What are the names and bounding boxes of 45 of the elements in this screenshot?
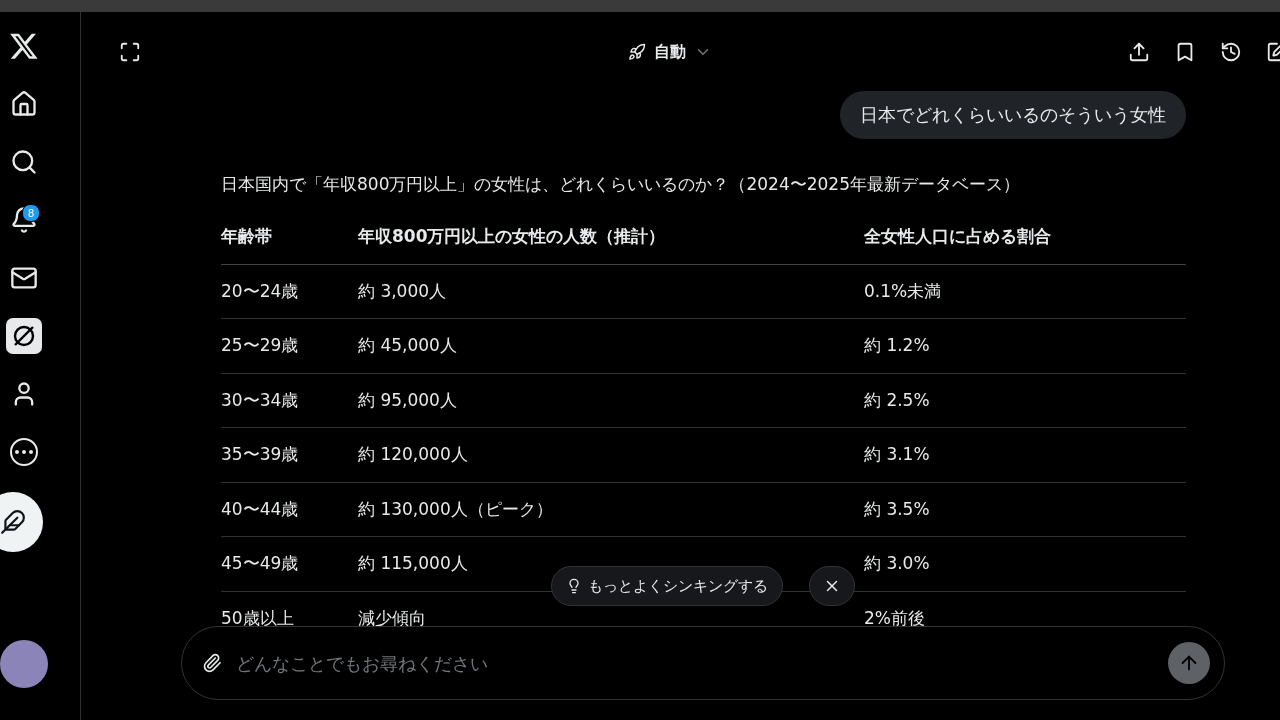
mode-selector[interactable]: 自動 [621, 40, 718, 64]
suggestion-chip[interactable]: もっとよくシンキングする [551, 566, 783, 606]
avatar[interactable] [0, 640, 48, 688]
table-cell-text: 約 3,000人 [358, 279, 448, 303]
table-cell-text: 30〜34歳 [221, 388, 300, 412]
table-cell-text: 20〜24歳 [221, 279, 300, 303]
history-icon [1220, 41, 1242, 63]
table-cell-text: 約 115,000人 [358, 552, 469, 576]
column-header: 年齢帯 [221, 225, 273, 249]
search-icon [10, 148, 38, 176]
feather-icon [0, 509, 26, 535]
close-button[interactable] [809, 566, 855, 606]
send-button[interactable] [1168, 642, 1210, 684]
home-icon [10, 90, 38, 118]
table-cell-text: 約 130,000人（ピーク） [358, 497, 554, 521]
compose-button[interactable] [0, 492, 43, 552]
upload-icon [1128, 41, 1150, 63]
table-cell-text: 35〜39歳 [221, 443, 300, 467]
table-cell-text: 約 45,000人 [358, 334, 458, 358]
sidebar-item[interactable] [6, 318, 42, 354]
lightbulb-icon [566, 578, 582, 594]
table-cell-text: 約 3.0% [864, 552, 931, 576]
bell-icon [10, 206, 38, 234]
answer-heading: 日本国内で「年収800万円以上」の女性は、どれくらいいるのか？（2024〜2025年最新データベース） [221, 173, 1021, 196]
user-message: 日本でどれくらいいるのそういう女性 [840, 91, 1186, 139]
table-cell-text: 約 3.1% [864, 443, 931, 467]
table-cell-text: 25〜29歳 [221, 334, 300, 358]
table-cell-text: 0.1%未満 [864, 279, 943, 303]
expand-icon [119, 41, 141, 63]
table-cell-text: 40〜44歳 [221, 497, 300, 521]
paperclip-icon [202, 653, 222, 673]
table-cell-text: 約 120,000人 [358, 443, 469, 467]
notification-badge: 8 [22, 204, 40, 222]
more-icon [10, 438, 38, 466]
message-field[interactable]: どんなことでもお尋ねください [181, 626, 1225, 700]
x-logo-icon [9, 31, 39, 61]
column-header: 全女性人口に占める割合 [864, 225, 1052, 249]
message-input[interactable]: どんなことでもお尋ねください [234, 651, 1156, 675]
table-cell-text: 約 2.5% [864, 388, 931, 412]
table-cell-text: 約 1.2% [864, 334, 931, 358]
table-cell-text: 約 95,000人 [358, 388, 458, 412]
column-header: 年収800万円以上の女性の人数（推計） [358, 225, 667, 249]
rocket-icon [627, 43, 646, 61]
table-cell-text: 約 3.5% [864, 497, 931, 521]
table-cell-text: 45〜49歳 [221, 552, 300, 576]
